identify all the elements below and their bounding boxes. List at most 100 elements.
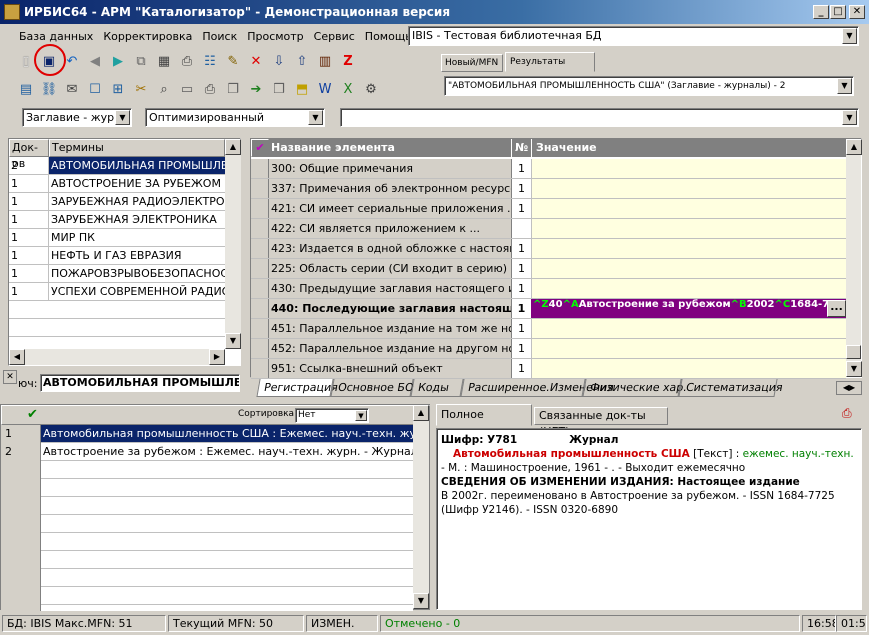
field-row[interactable]: 452: Параллельное издание на другом носи…	[251, 339, 846, 359]
import-icon[interactable]: ⇩	[269, 52, 289, 72]
tab-full-description[interactable]: Полное описание	[436, 404, 532, 441]
field-row[interactable]: 951: Ссылка-внешний объект 1	[251, 359, 846, 379]
menu-search[interactable]: Поиск	[197, 26, 242, 48]
mode-select[interactable]: Оптимизированный ▼	[145, 108, 325, 127]
field-value[interactable]	[531, 159, 846, 178]
field-value[interactable]	[531, 219, 846, 238]
tab-linked-docs[interactable]: Связанные док-ты (НЕТ)	[534, 407, 668, 438]
stamp-icon[interactable]: ▤	[16, 80, 36, 100]
field-row[interactable]: 421: СИ имеет сериальные приложения ... 1	[251, 199, 846, 219]
ellipsis-button[interactable]: ...	[827, 300, 846, 317]
copy-icon[interactable]: ⧉	[131, 52, 151, 72]
worksheet-tabs: Регистрация Основное БО Коды Расширенное.Из…	[256, 379, 862, 397]
chevron-down-icon: ▼	[837, 78, 852, 94]
field-row[interactable]: 300: Общие примечания 1	[251, 159, 846, 179]
term-row[interactable]: 1 ПОЖАРОВЗРЫВОБЕЗОПАСНОСТ	[9, 265, 225, 283]
field-row[interactable]: 451: Параллельное издание на том же носи…	[251, 319, 846, 339]
folder-icon[interactable]: ▭	[177, 80, 197, 100]
worksheet-tab[interactable]: Основное БО	[330, 379, 415, 397]
worksheet-tab[interactable]: Регистрация	[256, 379, 339, 397]
terms-scrollbar[interactable]: ▲ ▼	[225, 139, 241, 349]
field-value[interactable]	[531, 319, 846, 338]
barcode-icon[interactable]: ▥	[315, 52, 335, 72]
tree2-icon[interactable]: ⊞	[108, 80, 128, 100]
scroll-thumb[interactable]	[846, 345, 861, 359]
term-row[interactable]: 1 НЕФТЬ И ГАЗ ЕВРАЗИЯ	[9, 247, 225, 265]
field-row[interactable]: 430: Предыдущие заглавия настоящего изда…	[251, 279, 846, 299]
term-text: ЗАРУБЕЖНАЯ РАДИОЭЛЕКТРОН	[51, 195, 225, 208]
printer-icon[interactable]: ⎙	[200, 80, 220, 100]
field-value[interactable]	[531, 339, 846, 358]
minimize-button[interactable]: _	[813, 5, 829, 19]
term-row[interactable]: 1 УСПЕХИ СОВРЕМЕННОЙ РАДИО:	[9, 283, 225, 301]
worksheet-tab[interactable]: Коды	[410, 379, 464, 397]
sort-label: Сортировка	[238, 409, 295, 419]
doc-row[interactable]: 1 Автомобильная промышленность США : Ежем…	[1, 425, 413, 443]
printer-icon[interactable]: ⎙	[842, 406, 858, 422]
worksheet-tab[interactable]: Физические хар.	[582, 379, 688, 397]
query-input[interactable]: ▼	[340, 108, 859, 127]
field-value[interactable]	[531, 239, 846, 258]
term-row[interactable]: 2 АВТОМОБИЛЬНАЯ ПРОМЫШЛЕН	[9, 157, 225, 175]
tab-new-mfn[interactable]: Новый/MFN	[441, 54, 503, 72]
term-row[interactable]: 1 ЗАРУБЕЖНАЯ РАДИОЭЛЕКТРОН	[9, 193, 225, 211]
export-icon[interactable]: ⇧	[292, 52, 312, 72]
delete-icon[interactable]: ✕	[246, 52, 266, 72]
link-icon[interactable]: ⛓	[39, 80, 59, 100]
worksheet-tab[interactable]: Систематизация	[678, 379, 784, 397]
grid-icon[interactable]: ▦	[154, 52, 174, 72]
close-button[interactable]: ✕	[849, 5, 865, 19]
database-select[interactable]: IBIS - Тестовая библиотечная БД ▼	[408, 26, 859, 46]
menu-view[interactable]: Просмотр	[242, 26, 308, 48]
field-row[interactable]: 440: Последующие заглавия настоящего из1…	[251, 299, 846, 319]
field-value[interactable]	[531, 199, 846, 218]
forward-doc-icon[interactable]: ➔	[246, 80, 266, 100]
field-value[interactable]	[531, 179, 846, 198]
new-record-icon[interactable]: ▯	[16, 52, 36, 72]
tools-icon[interactable]: ✂	[131, 80, 151, 100]
worksheet-tab[interactable]: Расширенное.Изменения	[460, 379, 615, 397]
tab-scroll-arrows[interactable]: ◀▶	[836, 381, 862, 395]
search-field-select[interactable]: Заглавие - журна ▼	[22, 108, 132, 127]
sort-select[interactable]: Нет ▼	[295, 408, 369, 423]
field-value[interactable]	[531, 359, 846, 378]
pages-icon[interactable]: ❒	[269, 80, 289, 100]
term-row[interactable]: 1 АВТОСТРОЕНИЕ ЗА РУБЕЖОМ	[9, 175, 225, 193]
close-small-icon[interactable]: ✕	[3, 370, 17, 384]
menu-edit[interactable]: Корректировка	[98, 26, 197, 48]
find-icon[interactable]: ⌕	[154, 80, 174, 100]
docs-icon[interactable]: ❐	[223, 80, 243, 100]
term-row[interactable]: 1 ЗАРУБЕЖНАЯ ЭЛЕКТРОНИКА	[9, 211, 225, 229]
search-result-select[interactable]: "АВТОМОБИЛЬНАЯ ПРОМЫШЛЕННОСТЬ США" (Загл…	[444, 76, 854, 96]
desc-title: Автомобильная промышленность США	[453, 448, 690, 460]
terms-hscrollbar[interactable]: ◀ ▶	[9, 349, 225, 365]
doc-row[interactable]: 2 Автостроение за рубежом : Ежемес. науч.…	[1, 443, 413, 461]
edit-icon[interactable]: ✎	[223, 52, 243, 72]
message-icon[interactable]: ☐	[85, 80, 105, 100]
mail-icon[interactable]: ✉	[62, 80, 82, 100]
field-value[interactable]	[531, 279, 846, 298]
field-row[interactable]: 337: Примечания об электронном ресурсе 1	[251, 179, 846, 199]
key-input[interactable]: АВТОМОБИЛЬНАЯ ПРОМЫШЛЕННО	[40, 374, 240, 392]
tree-icon[interactable]: ☷	[200, 52, 220, 72]
desc-period: ежемес. науч.-техн. журн.	[742, 448, 857, 460]
docs-scrollbar[interactable]: ▲ ▼	[413, 405, 429, 609]
print-icon[interactable]: ⎙	[177, 52, 197, 72]
field-row[interactable]: 225: Область серии (СИ входит в серию) 1	[251, 259, 846, 279]
open-icon[interactable]: ⬒	[292, 80, 312, 100]
forward-arrow-icon[interactable]: ▶	[108, 52, 128, 72]
tab-search-results[interactable]: Результаты поиска	[505, 52, 595, 85]
field-row[interactable]: 423: Издается в одной обложке с настоящи…	[251, 239, 846, 259]
term-row[interactable]: 1 МИР ПК	[9, 229, 225, 247]
settings-icon[interactable]: ⚙	[361, 80, 381, 100]
back-arrow-icon[interactable]: ◀	[85, 52, 105, 72]
maximize-button[interactable]: □	[830, 5, 846, 19]
fields-scrollbar[interactable]: ▲ ▼	[846, 139, 862, 377]
word-icon[interactable]: W	[315, 80, 335, 100]
field-row[interactable]: 422: СИ является приложением к ...	[251, 219, 846, 239]
excel-icon[interactable]: X	[338, 80, 358, 100]
field-value[interactable]	[531, 259, 846, 278]
menu-service[interactable]: Сервис	[309, 26, 360, 48]
z3950-icon[interactable]: Z	[338, 52, 358, 72]
field-value-active[interactable]: ^Z40^AАвтостроение за рубежом^B2002^C168…	[531, 299, 846, 318]
